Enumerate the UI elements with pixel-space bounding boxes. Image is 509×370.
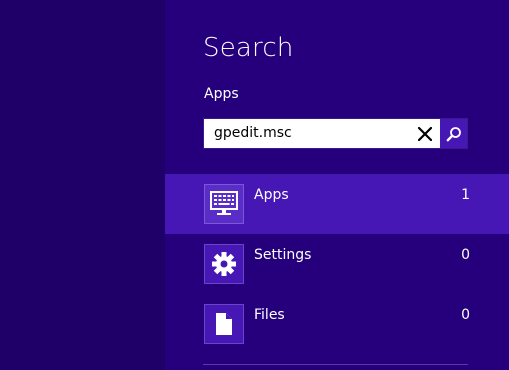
search-category-count: 0 bbox=[461, 247, 470, 263]
search-box bbox=[203, 118, 468, 149]
search-category-label: Settings bbox=[254, 247, 312, 263]
search-category-apps[interactable]: Apps 1 bbox=[165, 174, 509, 234]
close-icon bbox=[418, 126, 432, 141]
search-icon bbox=[446, 126, 461, 141]
apps-icon bbox=[204, 184, 244, 224]
search-scope-label: Apps bbox=[204, 86, 239, 102]
search-button[interactable] bbox=[440, 119, 467, 148]
start-screen-background bbox=[0, 0, 165, 370]
gear-icon bbox=[204, 244, 244, 284]
search-category-count: 0 bbox=[461, 307, 470, 323]
search-category-settings[interactable]: Settings 0 bbox=[165, 234, 509, 294]
search-input[interactable] bbox=[204, 119, 419, 148]
search-category-files[interactable]: Files 0 bbox=[165, 294, 509, 354]
file-icon bbox=[204, 304, 244, 344]
clear-search-button[interactable] bbox=[411, 119, 439, 148]
search-charm-panel: Search Apps gpedit.msc Apps 1 Settings 0… bbox=[165, 0, 509, 370]
search-category-label: Files bbox=[254, 307, 285, 323]
search-category-count: 1 bbox=[461, 187, 470, 203]
page-title: Search bbox=[203, 33, 294, 63]
search-category-label: Apps bbox=[254, 187, 289, 203]
divider bbox=[203, 364, 468, 365]
